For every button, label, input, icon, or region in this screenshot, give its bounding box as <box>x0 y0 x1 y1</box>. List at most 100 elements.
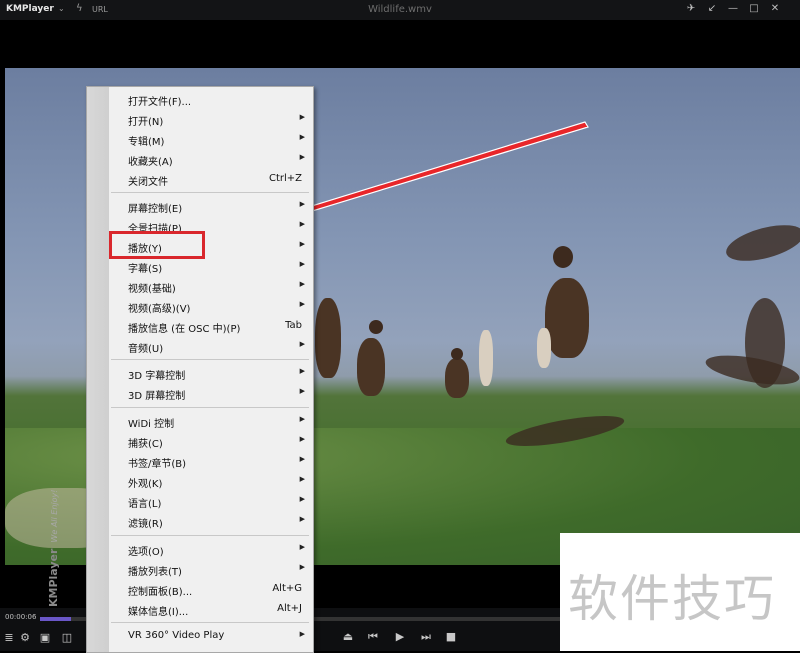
menu-item-label: 打开文件(F)... <box>128 97 192 108</box>
menu-brand: KMPlayerWe All Enjoy! <box>47 489 60 607</box>
submenu-arrow-icon: ▶ <box>299 475 305 483</box>
menu-item[interactable]: 关闭文件 Ctrl+Z <box>109 169 313 189</box>
menu-item[interactable]: 3D 屏幕控制 ▶ <box>109 383 313 403</box>
menu-item-label: 外观(K) <box>128 479 163 490</box>
submenu-arrow-icon: ▶ <box>299 220 305 228</box>
menu-item-label: VR 360° Video Play <box>128 630 225 641</box>
menu-item[interactable]: 滤镜(R) ▶ <box>109 511 313 531</box>
menu-separator <box>111 535 309 536</box>
menu-item[interactable]: 视频(基础) ▶ <box>109 276 313 296</box>
menu-separator <box>111 192 309 193</box>
submenu-arrow-icon: ▶ <box>299 435 305 443</box>
menu-item[interactable]: 播放信息 (在 OSC 中)(P) Tab <box>109 316 313 336</box>
context-menu: KMPlayerWe All Enjoy! 打开文件(F)... 打开(N) ▶ 专辑… <box>47 86 314 653</box>
watermark-box: 软件技巧 <box>560 533 800 651</box>
eject-icon[interactable]: ⏏ <box>340 630 356 643</box>
submenu-arrow-icon: ▶ <box>299 515 305 523</box>
menu-item[interactable]: 控制面板(B)... Alt+G <box>109 579 313 599</box>
next-icon[interactable]: ⏭ <box>418 630 434 644</box>
submenu-arrow-icon: ▶ <box>299 367 305 375</box>
menu-item-label: 3D 字幕控制 <box>128 371 186 382</box>
bird-head <box>369 320 383 334</box>
menu-separator <box>111 359 309 360</box>
menu-separator <box>111 407 309 408</box>
menu-item-label: 3D 屏幕控制 <box>128 391 186 402</box>
play-icon[interactable]: ▶ <box>392 630 408 643</box>
menu-item-label: 媒体信息(I)... <box>128 607 189 618</box>
menu-item-label: 专辑(M) <box>128 137 165 148</box>
bird-head <box>451 348 463 360</box>
menu-item[interactable]: 外观(K) ▶ <box>109 471 313 491</box>
menu-item[interactable]: VR 360° Video Play ▶ <box>109 626 313 646</box>
menu-item[interactable]: 字幕(S) ▶ <box>109 256 313 276</box>
bird-belly <box>479 330 493 386</box>
menu-item[interactable]: 捕获(C) ▶ <box>109 431 313 451</box>
open-folder-icon[interactable]: ▣ <box>37 631 53 644</box>
menu-item-label: 播放信息 (在 OSC 中)(P) <box>128 324 241 335</box>
minimize-to-tray-icon[interactable]: ↙ <box>704 3 720 14</box>
menu-item-label: 控制面板(B)... <box>128 587 193 598</box>
submenu-arrow-icon: ▶ <box>299 300 305 308</box>
stop-icon[interactable]: ■ <box>443 630 459 643</box>
menu-item-label: 关闭文件 <box>128 177 168 188</box>
submenu-arrow-icon: ▶ <box>299 543 305 551</box>
window-title: Wildlife.wmv <box>368 4 432 15</box>
minimize-icon[interactable]: — <box>725 3 741 14</box>
menu-item[interactable]: 音频(U) ▶ <box>109 336 313 356</box>
submenu-arrow-icon: ▶ <box>299 240 305 248</box>
submenu-arrow-icon: ▶ <box>299 260 305 268</box>
bird-shape <box>445 358 469 398</box>
pin-icon[interactable]: ✈ <box>683 3 699 14</box>
title-bar: KMPlayer ⌄ ϟ URL Wildlife.wmv ✈ ↙ — □ ✕ <box>0 0 800 20</box>
menu-item[interactable]: 语言(L) ▶ <box>109 491 313 511</box>
submenu-arrow-icon: ▶ <box>299 387 305 395</box>
submenu-arrow-icon: ▶ <box>299 340 305 348</box>
menu-item[interactable]: 视频(高级)(V) ▶ <box>109 296 313 316</box>
menu-item-label: 屏幕控制(E) <box>128 204 183 215</box>
bird-belly <box>537 328 551 368</box>
bird-shape <box>357 338 385 396</box>
menu-item[interactable]: 屏幕控制(E) ▶ <box>109 196 313 216</box>
menu-item-label: 书签/章节(B) <box>128 459 187 470</box>
menu-item-label: 选项(O) <box>128 547 164 558</box>
menu-item-shortcut: Alt+G <box>272 583 302 594</box>
time-display: 00:00:06 <box>5 613 37 621</box>
highlight-box <box>109 231 205 259</box>
seek-bar-fill <box>40 617 72 621</box>
menu-item[interactable]: 选项(O) ▶ <box>109 539 313 559</box>
submenu-arrow-icon: ▶ <box>299 133 305 141</box>
submenu-arrow-icon: ▶ <box>299 455 305 463</box>
playlist-icon[interactable]: ≣ <box>1 631 17 644</box>
submenu-arrow-icon: ▶ <box>299 280 305 288</box>
submenu-arrow-icon: ▶ <box>299 415 305 423</box>
vr-icon[interactable]: ◫ <box>59 631 75 644</box>
menu-item[interactable]: 媒体信息(I)... Alt+J <box>109 599 313 619</box>
bird-shape <box>315 298 341 378</box>
submenu-arrow-icon: ▶ <box>299 153 305 161</box>
menu-item-label: 播放列表(T) <box>128 567 182 578</box>
menu-item-label: 收藏夹(A) <box>128 157 173 168</box>
submenu-arrow-icon: ▶ <box>299 563 305 571</box>
submenu-arrow-icon: ▶ <box>299 630 305 638</box>
menu-item[interactable]: 专辑(M) ▶ <box>109 129 313 149</box>
menu-item-label: 打开(N) <box>128 117 164 128</box>
menu-item[interactable]: WiDi 控制 ▶ <box>109 411 313 431</box>
menu-side-strip: KMPlayerWe All Enjoy! <box>47 87 109 652</box>
maximize-icon[interactable]: □ <box>746 3 762 14</box>
menu-item[interactable]: 播放列表(T) ▶ <box>109 559 313 579</box>
menu-item-shortcut: Ctrl+Z <box>268 173 302 184</box>
menu-item[interactable]: 打开文件(F)... <box>109 89 313 109</box>
menu-item-label: 视频(基础) <box>128 284 176 295</box>
menu-item[interactable]: 收藏夹(A) ▶ <box>109 149 313 169</box>
close-icon[interactable]: ✕ <box>767 3 783 14</box>
submenu-arrow-icon: ▶ <box>299 200 305 208</box>
settings-icon[interactable]: ⚙ <box>17 631 33 644</box>
menu-item[interactable]: 3D 字幕控制 ▶ <box>109 363 313 383</box>
menu-item-label: 视频(高级)(V) <box>128 304 191 315</box>
previous-icon[interactable]: ⏮ <box>365 630 381 644</box>
menu-item-label: 字幕(S) <box>128 264 163 275</box>
watermark-text: 软件技巧 <box>568 570 776 628</box>
menu-item[interactable]: 打开(N) ▶ <box>109 109 313 129</box>
menu-item-label: 音频(U) <box>128 344 164 355</box>
menu-item[interactable]: 书签/章节(B) ▶ <box>109 451 313 471</box>
